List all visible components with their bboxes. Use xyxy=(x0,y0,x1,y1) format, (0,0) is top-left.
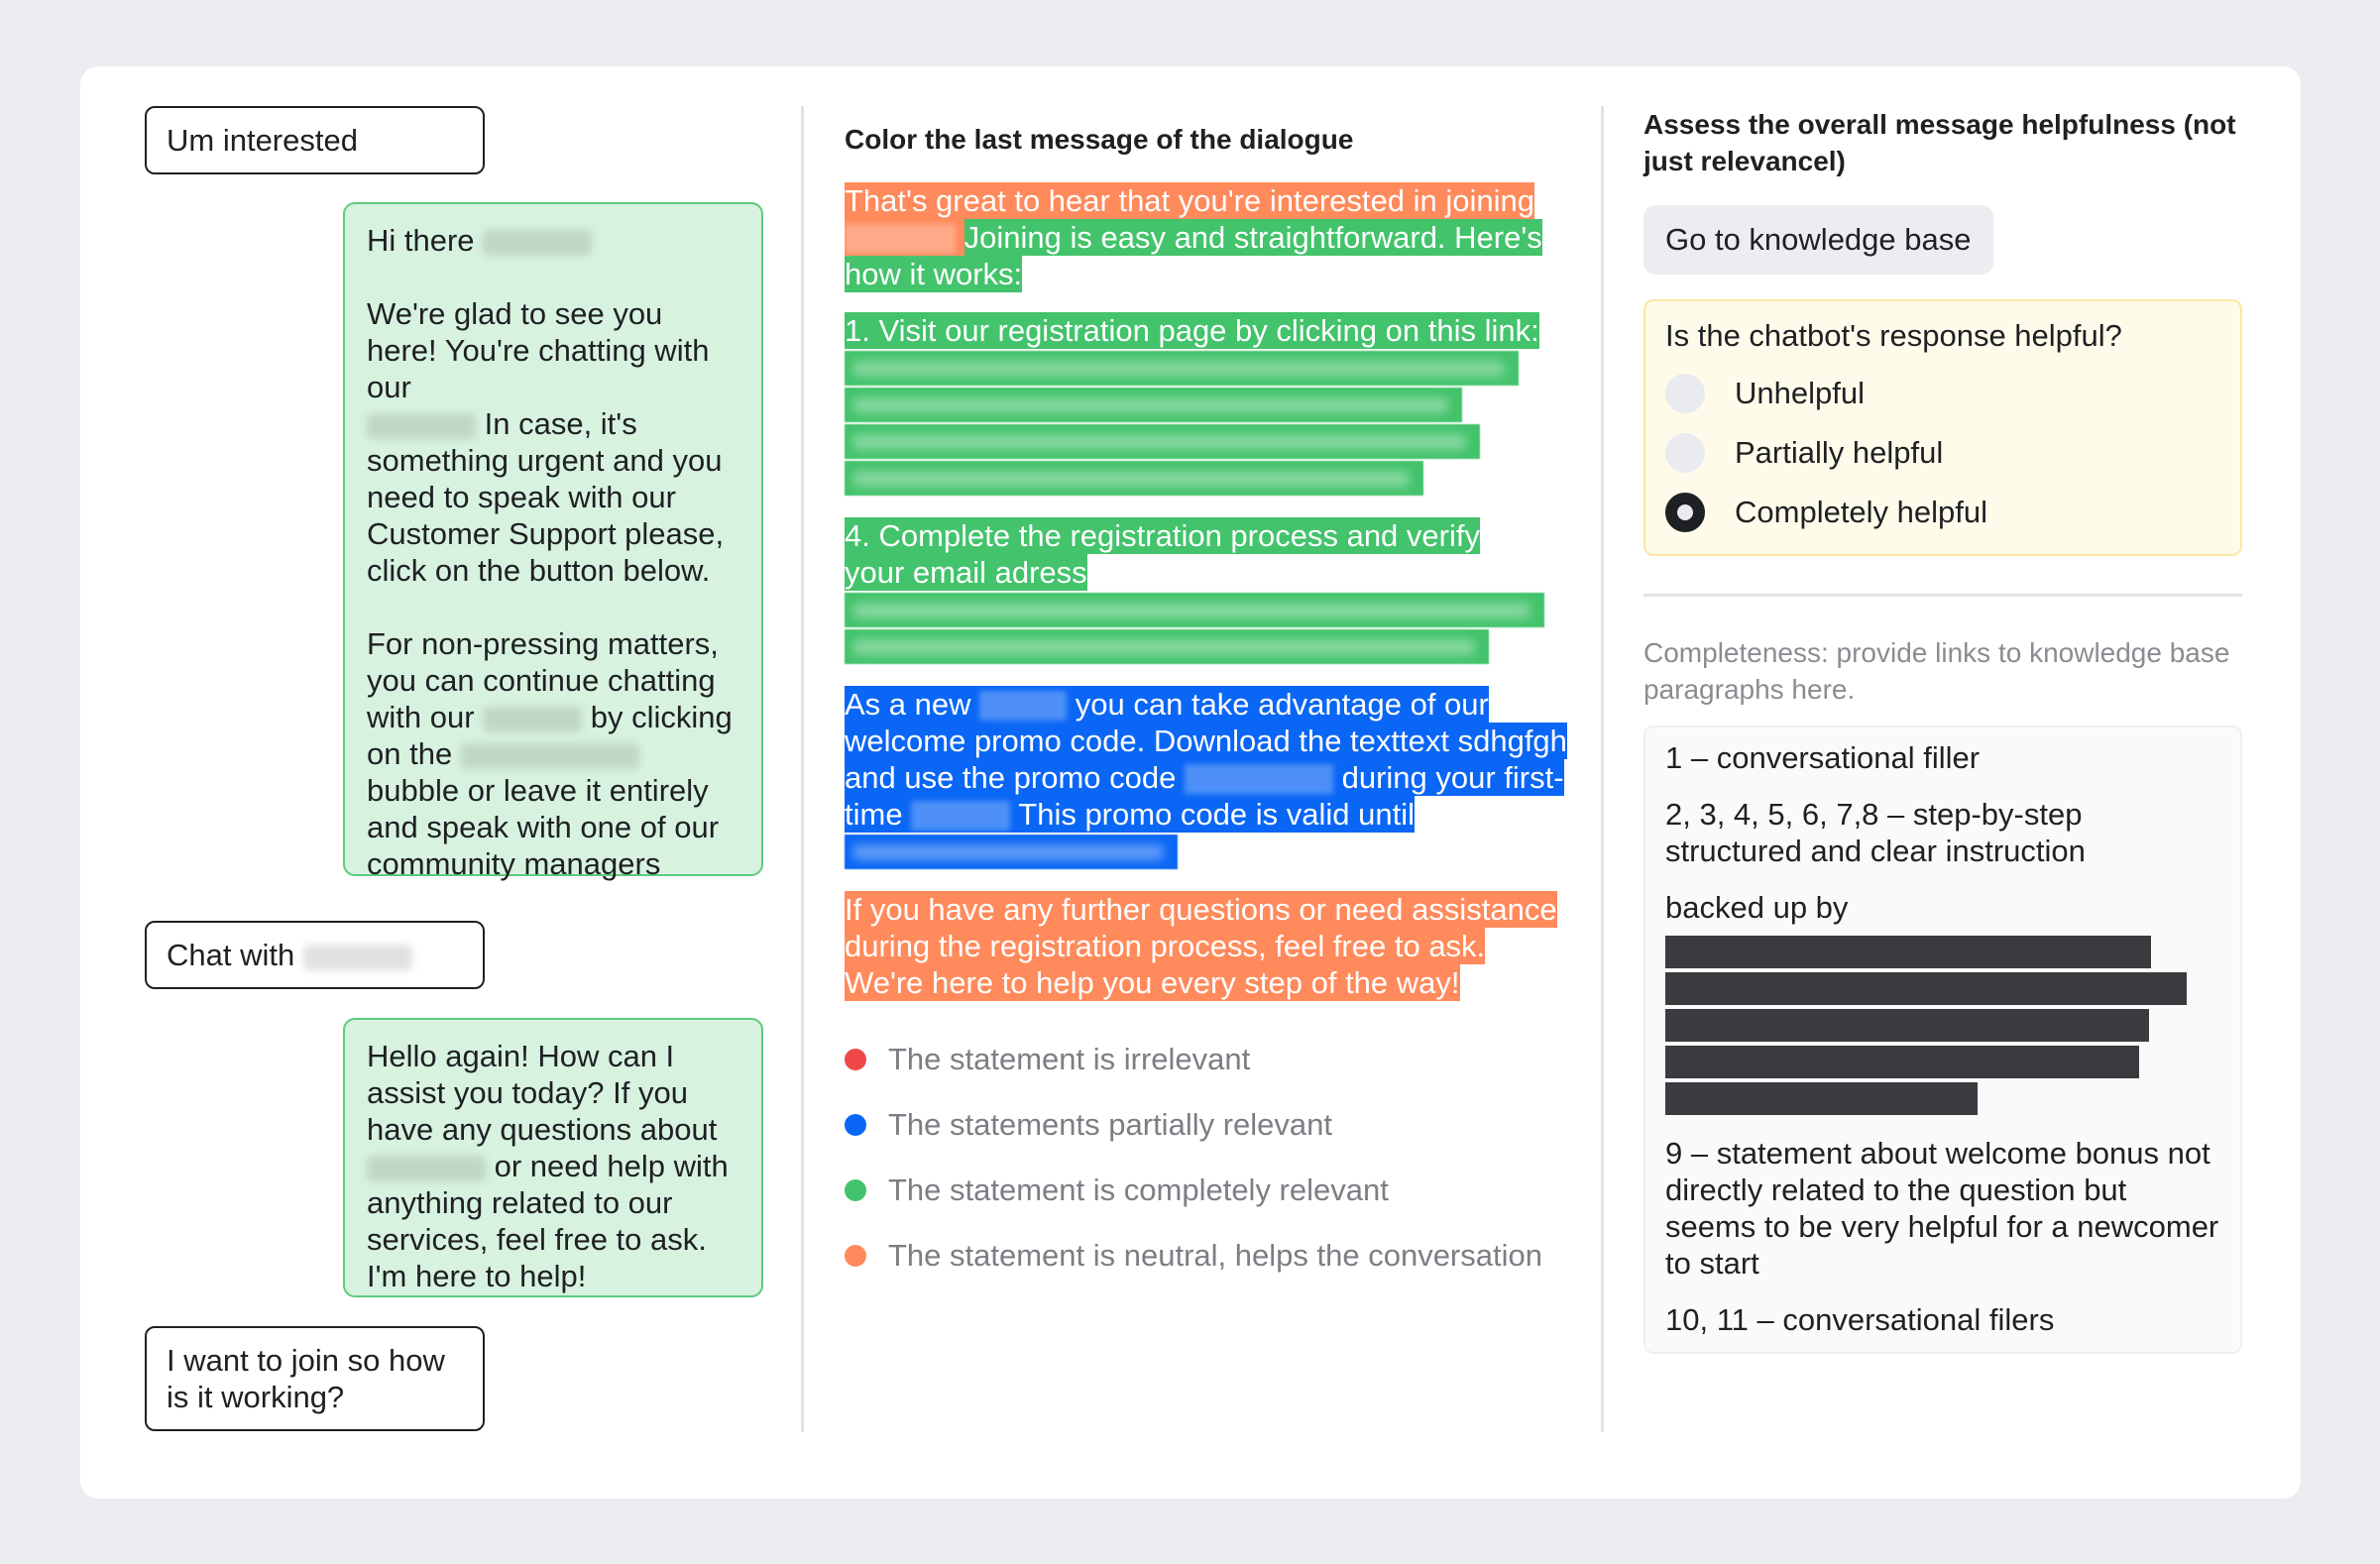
legend-item-completely-relevant[interactable]: The statement is completely relevant xyxy=(845,1158,1568,1223)
redacted-text xyxy=(367,1155,486,1181)
user-message: Chat with xyxy=(145,921,485,989)
annotated-paragraph: That's great to hear that you're interes… xyxy=(845,182,1568,292)
color-legend: The statement is irrelevant The statemen… xyxy=(845,1027,1568,1288)
redacted-text xyxy=(845,224,956,254)
redacted-links xyxy=(1665,936,2220,1115)
red-dot-icon xyxy=(845,1049,866,1070)
legend-item-irrelevant[interactable]: The statement is irrelevant xyxy=(845,1027,1568,1092)
user-message: I want to join so how is it working? xyxy=(145,1326,485,1431)
annotated-paragraph: 4. Complete the registration process and… xyxy=(845,517,1499,591)
highlight-segment-relevant[interactable] xyxy=(845,351,1519,386)
section-divider xyxy=(1643,594,2242,597)
redacted-text xyxy=(911,801,1011,831)
column-divider xyxy=(801,106,804,1432)
go-to-knowledge-base-button[interactable]: Go to knowledge base xyxy=(1643,205,1993,275)
highlight-segment-relevant[interactable] xyxy=(845,593,1544,627)
annotation-card: Um interested Hi there We're glad to see… xyxy=(80,66,2301,1499)
orange-dot-icon xyxy=(845,1245,866,1267)
question-label: Is the chatbot's response helpful? xyxy=(1665,318,2122,353)
highlight-segment-relevant[interactable]: 1. Visit our registration page by clicki… xyxy=(845,312,1539,349)
highlight-segment-relevant[interactable] xyxy=(845,629,1489,664)
helpfulness-question: Is the chatbot's response helpful? Unhel… xyxy=(1643,299,2242,556)
legend-item-partially-relevant[interactable]: The statements partially relevant xyxy=(845,1092,1568,1158)
highlight-segment-relevant[interactable] xyxy=(845,461,1423,496)
section-title: Assess the overall message helpfulness (… xyxy=(1643,109,2236,176)
annotated-paragraph: If you have any further questions or nee… xyxy=(845,891,1568,1001)
redacted-text xyxy=(979,691,1068,721)
highlight-segment-relevant[interactable] xyxy=(845,424,1480,459)
redacted-lines xyxy=(845,351,1568,496)
redaction-bar xyxy=(1665,1082,1978,1115)
redaction-bar xyxy=(1665,972,2187,1005)
redaction-bar xyxy=(1665,1046,2139,1078)
completeness-label: Completeness: provide links to knowledge… xyxy=(1643,637,2230,705)
completeness-notes-field[interactable]: 1 – conversational filler 2, 3, 4, 5, 6,… xyxy=(1643,726,2242,1354)
green-dot-icon xyxy=(845,1179,866,1201)
blue-dot-icon xyxy=(845,1114,866,1136)
highlight-segment-neutral[interactable]: If you have any further questions or nee… xyxy=(845,891,1557,1001)
highlight-segment-relevant[interactable] xyxy=(845,388,1462,422)
highlight-segment-relevant[interactable]: 4. Complete the registration process and… xyxy=(845,517,1480,591)
redacted-text xyxy=(483,229,593,256)
annotation-column: Color the last message of the dialogue T… xyxy=(845,106,1568,1288)
redacted-text xyxy=(1184,764,1333,794)
highlight-segment-partial[interactable] xyxy=(845,835,1178,869)
annotated-paragraph: As a new you can take advantage of our w… xyxy=(845,686,1568,833)
redacted-lines xyxy=(845,835,1568,869)
redacted-text xyxy=(483,706,583,732)
bot-message: Hi there We're glad to see you here! You… xyxy=(343,202,763,881)
radio-option-completely-helpful[interactable]: Completely helpful xyxy=(1665,483,2220,542)
redaction-bar xyxy=(1665,936,2151,968)
column-divider xyxy=(1601,106,1604,1432)
highlight-segment-partial[interactable]: As a new you can take advantage of our w… xyxy=(845,686,1567,833)
legend-item-neutral[interactable]: The statement is neutral, helps the conv… xyxy=(845,1223,1568,1288)
redacted-text xyxy=(367,412,476,439)
user-message: Um interested xyxy=(145,106,485,174)
redacted-text xyxy=(460,742,639,769)
redacted-lines xyxy=(845,593,1568,664)
redacted-text xyxy=(302,944,412,970)
section-title: Color the last message of the dialogue xyxy=(845,124,1354,155)
radio-option-partially-helpful[interactable]: Partially helpful xyxy=(1665,423,2220,483)
radio-unchecked-icon[interactable] xyxy=(1665,433,1705,473)
radio-checked-icon[interactable] xyxy=(1665,493,1705,532)
assessment-column: Assess the overall message helpfulness (… xyxy=(1643,106,2242,1354)
annotated-paragraph: 1. Visit our registration page by clicki… xyxy=(845,312,1568,349)
bot-message: Hello again! How can I assist you today?… xyxy=(343,1018,763,1297)
radio-unchecked-icon[interactable] xyxy=(1665,374,1705,413)
redaction-bar xyxy=(1665,1009,2149,1042)
radio-option-unhelpful[interactable]: Unhelpful xyxy=(1665,364,2220,423)
